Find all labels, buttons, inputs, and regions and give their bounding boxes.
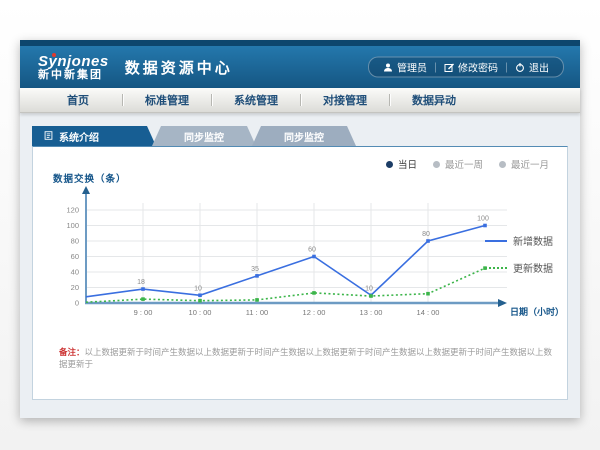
footnote: 备注：以上数据更新于时间产生数据以上数据更新于时间产生数据以上数据更新于时间产生… <box>59 347 553 371</box>
nav-item-system-mgmt[interactable]: 系统管理 <box>212 92 300 108</box>
nav-item-home[interactable]: 首页 <box>34 92 122 108</box>
footnote-prefix: 备注： <box>59 347 85 357</box>
svg-text:11 : 00: 11 : 00 <box>246 308 268 317</box>
tab-label: 系统介绍 <box>59 129 99 144</box>
svg-text:14 : 00: 14 : 00 <box>417 308 440 317</box>
logo-red-dot <box>52 53 56 57</box>
footnote-text: 以上数据更新于时间产生数据以上数据更新于时间产生数据以上数据更新于时间产生数据以… <box>59 347 552 369</box>
svg-text:40: 40 <box>71 268 79 277</box>
tab-sync-monitor-2[interactable]: 同步监控 <box>252 126 356 146</box>
svg-text:100: 100 <box>66 221 79 230</box>
tab-label: 同步监控 <box>184 129 224 144</box>
tab-system-intro[interactable]: 系统介绍 <box>32 126 156 146</box>
change-password-label: 修改密码 <box>458 60 498 75</box>
user-menu[interactable]: 管理员 <box>375 60 435 75</box>
svg-text:10 : 00: 10 : 00 <box>189 308 212 317</box>
tab-sync-monitor-1[interactable]: 同步监控 <box>152 126 256 146</box>
svg-text:10: 10 <box>194 285 202 292</box>
app-window: Synjones 新中新集团 数据资源中心 管理员 修改密码 <box>20 40 580 418</box>
svg-text:10: 10 <box>365 285 373 292</box>
user-icon <box>383 62 393 72</box>
power-icon <box>515 62 525 72</box>
svg-text:12 : 00: 12 : 00 <box>303 308 326 317</box>
logout-label: 退出 <box>529 60 549 75</box>
legend-label: 更新数据 <box>513 260 553 275</box>
svg-text:18: 18 <box>137 279 145 286</box>
main-nav: 首页 标准管理 系统管理 对接管理 数据异动 <box>20 88 580 113</box>
svg-text:80: 80 <box>422 231 430 238</box>
x-axis-title: 日期（小时） <box>510 306 564 317</box>
chart-panel: 当日 最近一周 最近一月 数据交换（条） 日期（小时） 020406080100… <box>32 146 568 400</box>
nav-item-data-change[interactable]: 数据异动 <box>390 92 478 108</box>
legend-item-new-data: 新增数据 <box>485 233 553 248</box>
edit-icon <box>444 62 454 72</box>
legend-line-dotted <box>485 267 507 269</box>
svg-text:9 : 00: 9 : 00 <box>134 308 153 317</box>
logo-text-cn: 新中新集团 <box>38 69 109 81</box>
svg-text:100: 100 <box>477 216 489 223</box>
document-icon <box>44 131 54 141</box>
svg-text:20: 20 <box>71 283 79 292</box>
change-password-button[interactable]: 修改密码 <box>436 60 506 75</box>
brand-logo: Synjones 新中新集团 <box>38 54 109 81</box>
page-title: 数据资源中心 <box>125 57 233 78</box>
tab-label: 同步监控 <box>284 129 324 144</box>
tab-bar: 系统介绍 同步监控 同步监控 <box>32 126 580 146</box>
svg-text:35: 35 <box>251 266 259 273</box>
legend-label: 新增数据 <box>513 233 553 248</box>
logout-button[interactable]: 退出 <box>507 60 557 75</box>
legend-item-updated-data: 更新数据 <box>485 260 553 275</box>
app-header: Synjones 新中新集团 数据资源中心 管理员 修改密码 <box>20 46 580 88</box>
svg-text:0: 0 <box>75 299 79 308</box>
user-name-label: 管理员 <box>397 60 427 75</box>
nav-item-interface-mgmt[interactable]: 对接管理 <box>301 92 389 108</box>
svg-text:80: 80 <box>71 237 79 246</box>
user-toolbar: 管理员 修改密码 退出 <box>368 57 564 78</box>
svg-text:60: 60 <box>71 252 79 261</box>
logo-text-en: Synjones <box>38 54 109 69</box>
svg-text:120: 120 <box>66 206 79 215</box>
svg-text:60: 60 <box>308 247 316 254</box>
chart-legend: 新增数据 更新数据 <box>485 233 553 287</box>
content-area: 系统介绍 同步监控 同步监控 当日 最近一周 <box>20 112 580 418</box>
legend-line-solid <box>485 240 507 242</box>
svg-text:13 : 00: 13 : 00 <box>360 308 383 317</box>
nav-item-standard-mgmt[interactable]: 标准管理 <box>123 92 211 108</box>
